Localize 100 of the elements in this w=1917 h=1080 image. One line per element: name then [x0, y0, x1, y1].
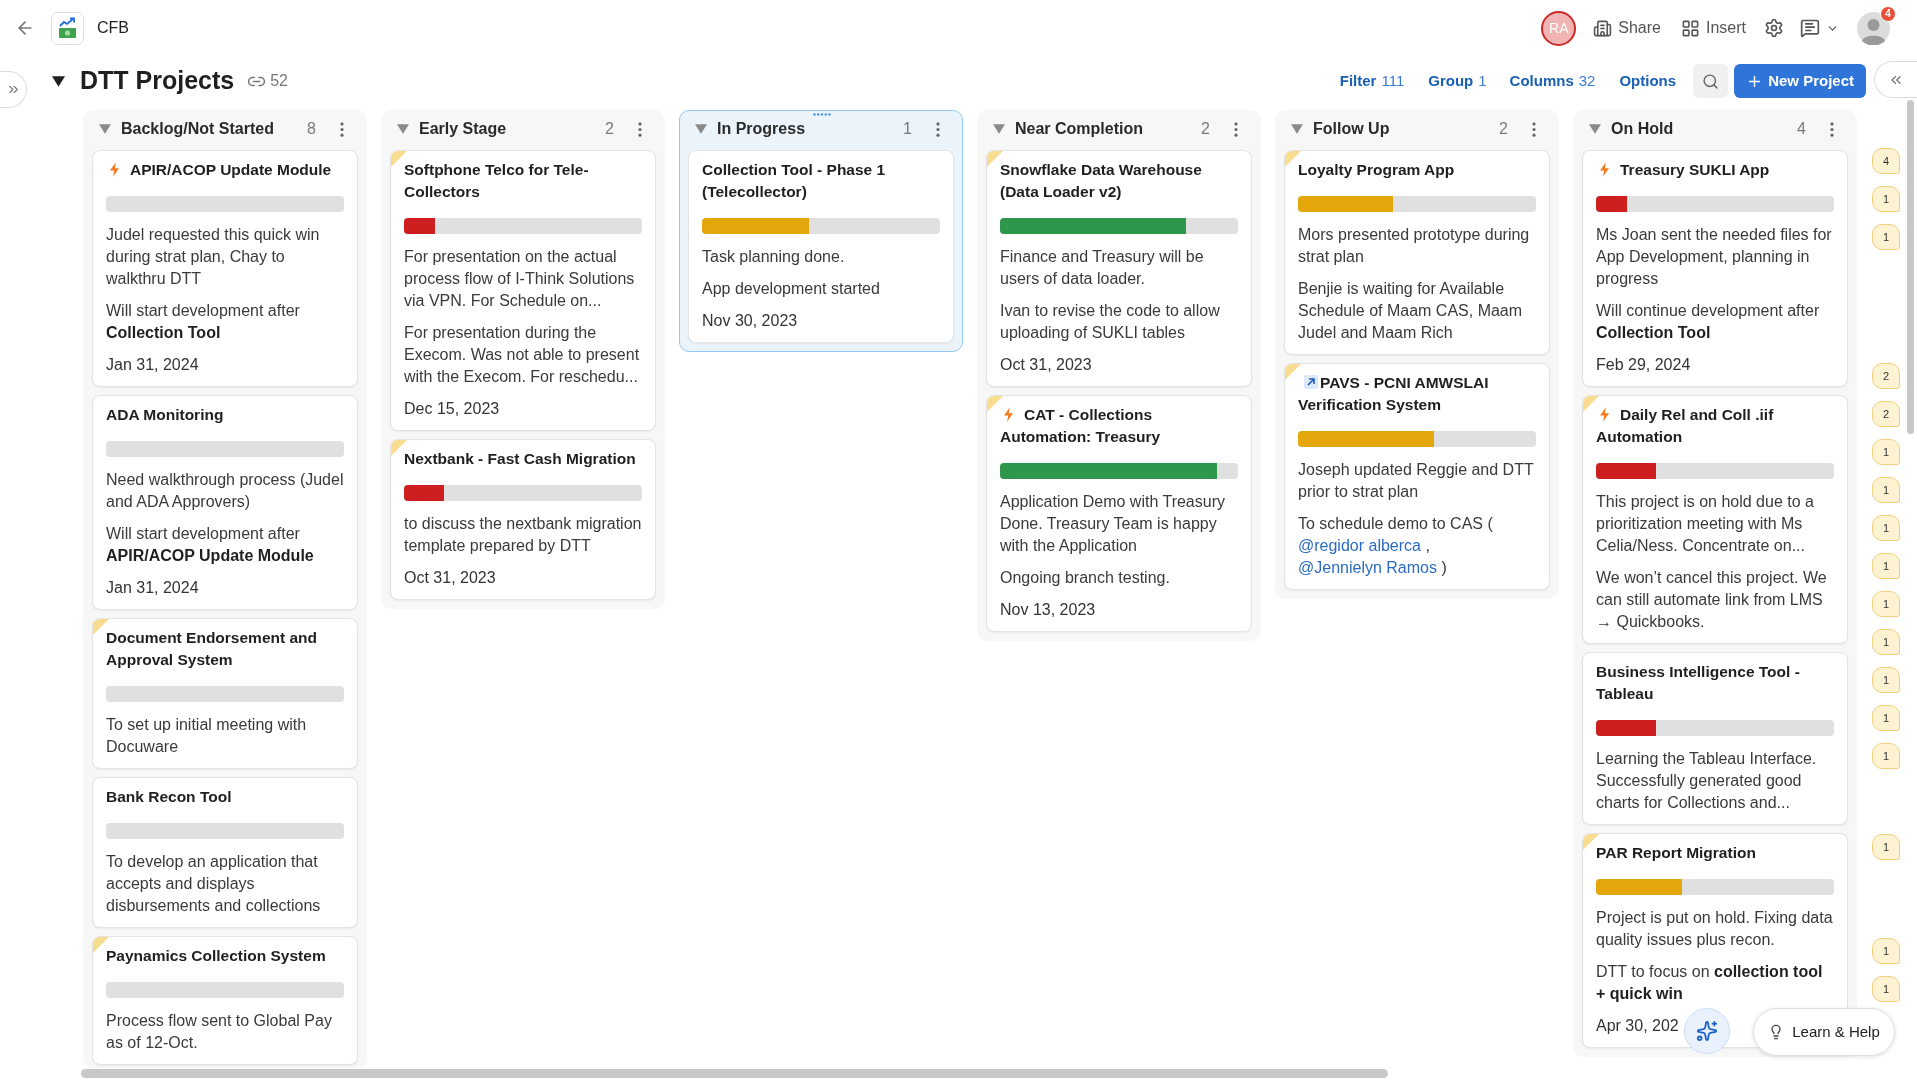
- horizontal-scrollbar[interactable]: [81, 1069, 1388, 1078]
- collapse-triangle-icon[interactable]: [52, 75, 65, 87]
- card-title: PAVS - PCNI AMWSLAI Verification System: [1298, 374, 1489, 413]
- expand-sidebar-button[interactable]: [0, 71, 27, 108]
- comment-count-badge[interactable]: 2: [1872, 363, 1900, 389]
- card-note: Ongoing branch testing.: [1000, 568, 1170, 588]
- card-note: To schedule demo to CAS ( @regidor alberca , @Jennielyn Ramos ): [1298, 514, 1494, 578]
- comment-count-badge[interactable]: 1: [1872, 743, 1900, 769]
- mention-link[interactable]: @Jennielyn Ramos: [1298, 559, 1437, 576]
- learn-help-button[interactable]: Learn & Help: [1753, 1008, 1895, 1056]
- banknote-chart-icon[interactable]: [51, 11, 84, 45]
- card-note: Joseph updated Reggie and DTT prior to strat plan: [1298, 460, 1535, 502]
- insert-button[interactable]: Insert: [1681, 16, 1746, 40]
- card-note: Task planning done.: [702, 247, 845, 267]
- comment-count-badge[interactable]: 1: [1872, 477, 1900, 503]
- grid-icon: [1681, 18, 1700, 38]
- project-card[interactable]: PAVS - PCNI AMWSLAI Verification System Joseph updated Reggie and DTT prior to strat plan To schedule demo to CAS ( @regidor alberca , @Jennielyn Ramos ): [1284, 363, 1550, 590]
- share-button[interactable]: Share: [1593, 16, 1661, 40]
- column-title: On Hold: [1611, 119, 1674, 139]
- card-note: Project is put on hold. Fixing data quality issues plus recon.: [1596, 908, 1834, 950]
- project-card[interactable]: CAT - Collections Automation: Treasury Application Demo with Treasury Done. Treasury Team is happy with the Application Ongoing branch testing. Nov 13, 2023: [986, 395, 1252, 632]
- project-card[interactable]: Paynamics Collection System Process flow sent to Global Pay as of 12-Oct.: [92, 936, 358, 1065]
- column-count: 1: [903, 119, 912, 139]
- project-card[interactable]: Document Endorsement and Approval System To set up initial meeting with Docuware: [92, 618, 358, 769]
- comment-count-badge[interactable]: 1: [1872, 976, 1900, 1002]
- comment-count-badge[interactable]: 4: [1872, 148, 1900, 174]
- card-title: APIR/ACOP Update Module: [130, 161, 332, 178]
- card-note: Ms Joan sent the needed files for App Development, planning in progress: [1596, 225, 1833, 289]
- toolbar-button[interactable]: Filter 111: [1339, 69, 1405, 93]
- comment-count-badge[interactable]: 1: [1872, 629, 1900, 655]
- comment-count-badge[interactable]: 1: [1872, 553, 1900, 579]
- mention-link[interactable]: @regidor alberca: [1298, 537, 1421, 554]
- comment-count-badge[interactable]: 1: [1872, 591, 1900, 617]
- project-card[interactable]: [390, 150, 656, 431]
- search-button[interactable]: [1693, 64, 1729, 98]
- card-title: Paynamics Collection System: [106, 947, 326, 964]
- more-vertical-icon[interactable]: [936, 121, 940, 137]
- comment-count-badge[interactable]: 1: [1872, 224, 1900, 250]
- card-note: To develop an application that accepts and displays disbursements and collections: [106, 852, 322, 916]
- comment-count-badge[interactable]: 1: [1872, 834, 1900, 860]
- card-note: DTT to focus on collection tool + quick win: [1596, 962, 1824, 1004]
- card-date: Feb 29, 2024: [1596, 355, 1691, 375]
- card-note: to discuss the nextbank migration template prepared by DTT: [404, 514, 642, 556]
- user-avatar[interactable]: [1857, 11, 1890, 45]
- comment-count-badge[interactable]: 1: [1872, 667, 1900, 693]
- project-card[interactable]: Business Intelligence Tool - Tableau Learning the Tableau Interface. Successfully generated good charts for Collections and...: [1582, 652, 1848, 825]
- card-note: Application Demo with Treasury Done. Treasury Team is happy with the Application: [1000, 492, 1226, 556]
- comment-count-badge[interactable]: 1: [1872, 439, 1900, 465]
- project-card[interactable]: ADA Monitoring Need walkthrough process (Judel and ADA Approvers) Will start development after APIR/ACOP Update Module Jan 31, 2024: [92, 395, 358, 610]
- card-note: Ivan to revise the code to allow uploading of SUKLI tables: [1000, 301, 1221, 343]
- more-vertical-icon[interactable]: [340, 121, 344, 137]
- card-title: Softphone Telco for Tele-Collectors: [404, 161, 589, 200]
- card-date: Oct 31, 2023: [1000, 355, 1092, 375]
- project-card[interactable]: APIR/ACOP Update Module Judel requested this quick win during strat plan, Chay to walkthru DTT Will start development after Collection Tool Jan 31, 2024: [92, 150, 358, 387]
- card-title: CAT - Collections Automation: Treasury: [1000, 406, 1161, 445]
- building-icon: [1593, 18, 1613, 38]
- settings-icon[interactable]: [1764, 18, 1784, 38]
- drag-handle-icon[interactable]: [813, 113, 831, 116]
- more-vertical-icon[interactable]: [1234, 121, 1238, 137]
- card-title: Snowflake Data Warehouse (Data Loader v2): [1000, 161, 1202, 200]
- more-vertical-icon[interactable]: [1532, 121, 1536, 137]
- card-title: Loyalty Program App: [1298, 161, 1455, 178]
- comment-count-badge[interactable]: 2: [1872, 401, 1900, 427]
- card-date: Apr 30, 202: [1596, 1016, 1679, 1036]
- card-title: Daily Rel and Coll .iif Automation: [1596, 406, 1774, 445]
- more-vertical-icon[interactable]: [1830, 121, 1834, 137]
- card-note: Mors presented prototype during strat plan: [1298, 225, 1531, 267]
- card-title: PAR Report Migration: [1596, 844, 1756, 861]
- more-vertical-icon[interactable]: [638, 121, 642, 137]
- card-date: Jan 31, 2024: [106, 355, 199, 375]
- project-card[interactable]: Nextbank - Fast Cash Migration to discuss the nextbank migration template prepared by DTT Oct 31, 2023: [390, 439, 656, 600]
- vertical-scrollbar[interactable]: [1907, 100, 1914, 434]
- comment-count-badge[interactable]: 1: [1872, 515, 1900, 541]
- toolbar-button[interactable]: Group 1: [1428, 69, 1487, 93]
- card-note: Judel requested this quick win during strat plan, Chay to walkthru DTT: [106, 225, 321, 289]
- comment-count-badge[interactable]: 1: [1872, 186, 1900, 212]
- card-date: Dec 15, 2023: [404, 399, 500, 419]
- column-count: 2: [1201, 119, 1210, 139]
- comment-count-badge[interactable]: 1: [1872, 938, 1900, 964]
- project-card[interactable]: Snowflake Data Warehouse (Data Loader v2) Finance and Treasury will be users of data loader. Ivan to revise the code to allow uploading of SUKLI tables Oct 31, 2023: [986, 150, 1252, 387]
- column-title: Near Completion: [1015, 119, 1143, 139]
- card-title: Collection Tool - Phase 1 (Telecollector): [702, 161, 886, 200]
- toolbar-button[interactable]: Columns 32: [1509, 69, 1596, 93]
- comment-count-badge[interactable]: 1: [1872, 705, 1900, 731]
- column-count: 2: [1499, 119, 1508, 139]
- new-project-button[interactable]: New Project: [1734, 64, 1866, 98]
- card-date: Oct 31, 2023: [404, 568, 496, 588]
- card-note: Will start development after Collection Tool: [106, 301, 301, 343]
- project-card[interactable]: Collection Tool - Phase 1 (Telecollector) Task planning done. App development started Nov 30, 2023: [688, 150, 954, 343]
- toolbar-button[interactable]: Options: [1619, 69, 1677, 93]
- column-title: In Progress: [717, 119, 806, 139]
- card-note: We won’t cancel this project. We can still automate link from LMS → Quickbooks.: [1596, 568, 1828, 632]
- search-icon: [1702, 72, 1720, 90]
- sparkles-icon: [1696, 1020, 1718, 1042]
- project-card[interactable]: Bank Recon Tool To develop an application that accepts and displays disbursements and collections: [92, 777, 358, 928]
- column-count: 4: [1797, 119, 1806, 139]
- project-card[interactable]: Loyalty Program App Mors presented prototype during strat plan Benjie is waiting for Available Schedule of Maam CAS, Maam Judel and Maam Rich: [1284, 150, 1550, 355]
- comment-icon[interactable]: [1800, 18, 1820, 38]
- project-card[interactable]: [1582, 395, 1848, 644]
- project-card[interactable]: Treasury SUKLI App Ms Joan sent the needed files for App Development, planning in progress Will continue development after Collection Tool Feb 29, 2024: [1582, 150, 1848, 387]
